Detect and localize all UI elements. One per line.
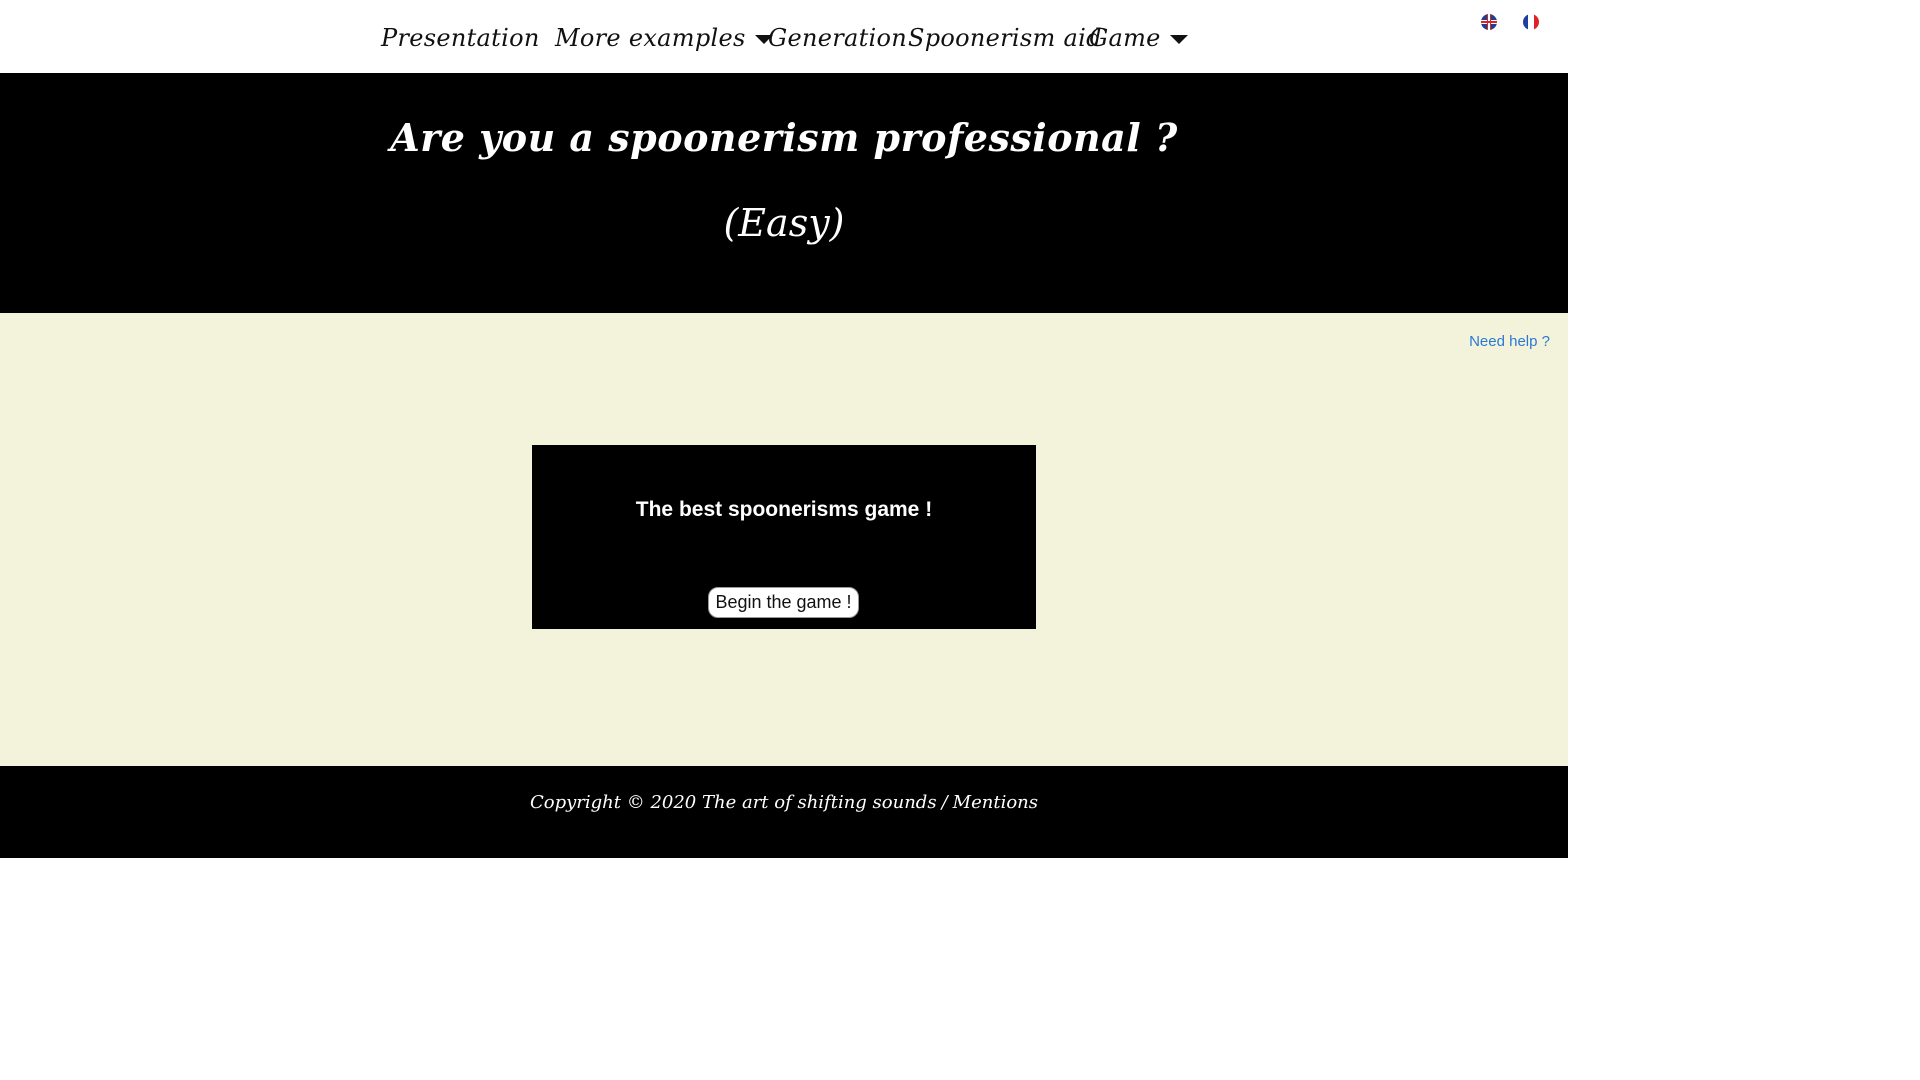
nav-item-game[interactable]: Game bbox=[1089, 18, 1188, 58]
nav-item-label: Game bbox=[1089, 24, 1161, 52]
game-panel: The best spoonerisms game ! Begin the ga… bbox=[532, 445, 1036, 629]
nav-item-label: Presentation bbox=[381, 24, 540, 52]
begin-game-button[interactable]: Begin the game ! bbox=[708, 587, 859, 618]
france-flag-icon[interactable] bbox=[1523, 14, 1539, 30]
mentions-link[interactable]: Mentions bbox=[953, 792, 1038, 813]
main-content: Need help ? The best spoonerisms game ! … bbox=[0, 313, 1568, 766]
footer-separator: / bbox=[941, 792, 948, 813]
nav-item-spoonerism-aid[interactable]: Spoonerism aid bbox=[908, 18, 1102, 58]
caret-down-icon bbox=[1169, 35, 1188, 44]
nav-item-presentation[interactable]: Presentation bbox=[381, 18, 540, 58]
nav-item-more-examples[interactable]: More examples bbox=[555, 18, 773, 58]
nav-item-generation[interactable]: Generation bbox=[768, 18, 907, 58]
nav-menu: Presentation More examples Generation Sp… bbox=[0, 0, 1568, 73]
nav-item-label: Generation bbox=[768, 24, 908, 52]
nav-item-label: More examples bbox=[555, 24, 746, 52]
need-help-link[interactable]: Need help ? bbox=[1469, 333, 1550, 350]
footer-text: Copyright © 2020 The art of shifting sou… bbox=[0, 792, 1568, 813]
page-title: Are you a spoonerism professional ? bbox=[390, 115, 1178, 160]
uk-flag-icon[interactable] bbox=[1481, 14, 1497, 30]
footer: Copyright © 2020 The art of shifting sou… bbox=[0, 766, 1568, 858]
page-bottom bbox=[0, 858, 1568, 882]
top-navigation: Presentation More examples Generation Sp… bbox=[0, 0, 1568, 73]
copyright-text: Copyright © 2020 The art of shifting sou… bbox=[530, 792, 937, 813]
hero-banner: Are you a spoonerism professional ? (Eas… bbox=[0, 73, 1568, 313]
game-heading: The best spoonerisms game ! bbox=[635, 498, 933, 521]
difficulty-label: (Easy) bbox=[723, 201, 845, 245]
nav-item-label: Spoonerism aid bbox=[908, 24, 1102, 52]
